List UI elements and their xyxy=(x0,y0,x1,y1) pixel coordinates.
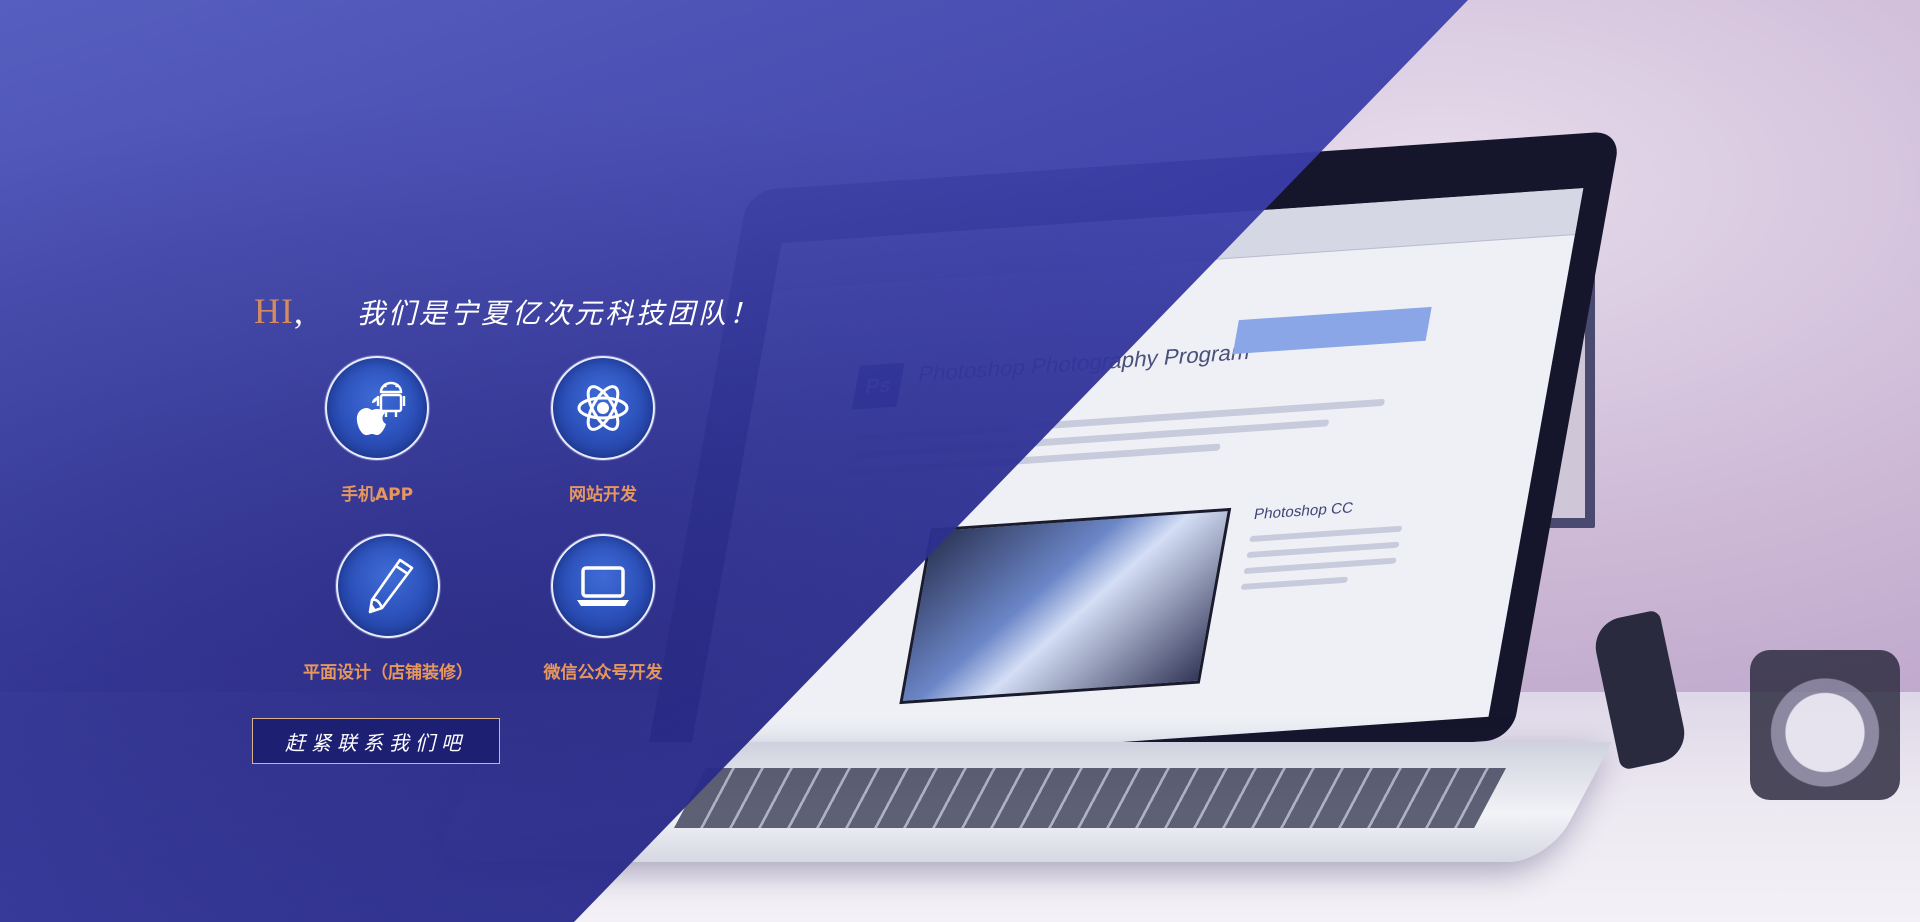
greeting-comma: , xyxy=(294,291,303,331)
hero-banner: Ps Photoshop Photography Program Photosh… xyxy=(0,0,1920,922)
action-camera xyxy=(1750,650,1900,800)
pen-icon xyxy=(336,534,440,638)
service-wechat-development[interactable]: 微信公众号开发 xyxy=(493,534,713,683)
service-graphic-design[interactable]: 平面设计（店铺装修） xyxy=(278,534,498,683)
greeting-text: HI xyxy=(254,291,294,331)
service-label: 平面设计（店铺装修） xyxy=(303,663,473,683)
service-label: 网站开发 xyxy=(569,485,637,505)
contact-us-button[interactable]: 赶紧联系我们吧 xyxy=(252,718,500,764)
hero-headline: HI , 我们是宁夏亿次元科技团队！ xyxy=(254,290,760,334)
laptop-icon xyxy=(551,534,655,638)
service-label: 微信公众号开发 xyxy=(543,663,663,683)
laptop-keyboard xyxy=(674,768,1506,828)
service-web-development[interactable]: 网站开发 xyxy=(493,356,713,505)
atom-icon xyxy=(551,356,655,460)
mobile-app-icon xyxy=(325,356,429,460)
hero-slogan: 我们是宁夏亿次元科技团队！ xyxy=(357,297,761,330)
service-label: 手机APP xyxy=(340,485,414,505)
service-mobile-app[interactable]: 手机APP xyxy=(267,356,487,505)
